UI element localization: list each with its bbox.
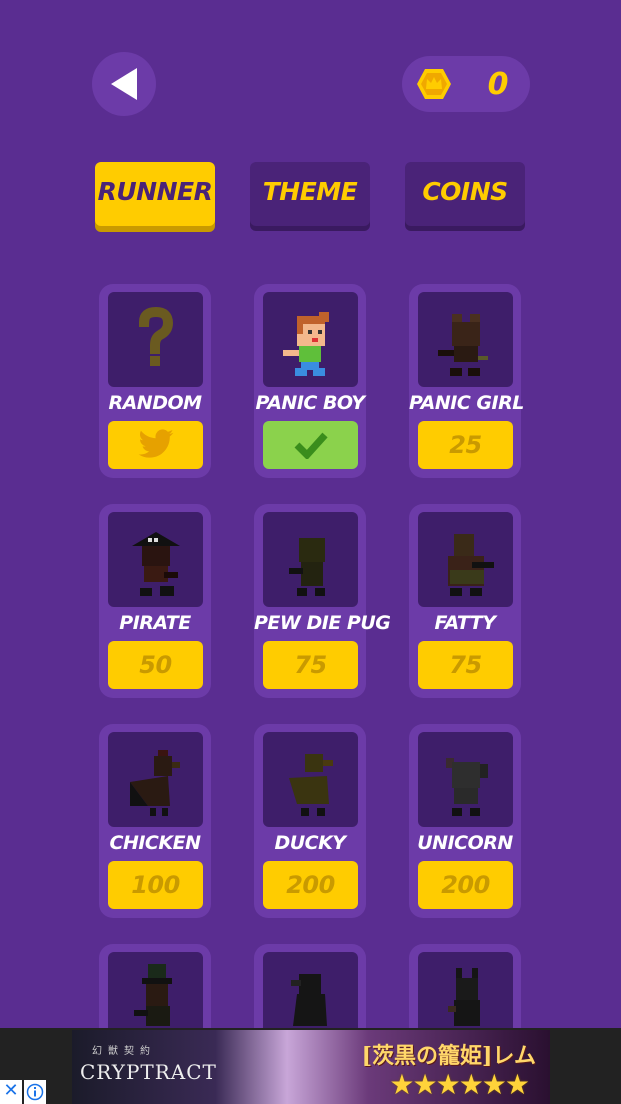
runner-card-random[interactable]: RANDOM <box>99 284 211 478</box>
pug-silhouette-icon <box>289 538 325 596</box>
runner-name: UNICORN <box>417 832 513 854</box>
tab-runner-label: RUNNER <box>97 176 213 206</box>
duck-silhouette-icon <box>289 754 333 816</box>
coin-counter: 0 <box>402 56 530 112</box>
chicken-silhouette-icon <box>130 750 180 816</box>
tab-coins-label: COINS <box>422 176 508 206</box>
buy-button[interactable]: 100 <box>108 861 203 909</box>
runner-card-pew-die-pug[interactable]: PEW DIE PUG 75 <box>254 504 391 698</box>
runner-card-ducky[interactable]: DUCKY 200 <box>254 724 366 918</box>
buy-button[interactable]: 200 <box>418 861 513 909</box>
runner-thumbnail <box>263 512 358 607</box>
runner-card-pirate[interactable]: PIRATE 50 <box>99 504 211 698</box>
twitter-icon <box>138 429 173 458</box>
runner-card-chicken[interactable]: CHICKEN 100 <box>99 724 211 918</box>
runner-card-unicorn[interactable]: UNICORN 200 <box>409 724 521 918</box>
tab-theme[interactable]: THEME <box>250 162 370 226</box>
panic-girl-silhouette-icon <box>438 314 488 376</box>
runner-name: CHICKEN <box>109 832 201 854</box>
runner-thumbnail <box>108 732 203 827</box>
coin-count: 0 <box>487 66 509 102</box>
runner-card-panic-boy[interactable]: PANIC BOY <box>254 284 366 478</box>
back-arrow-icon <box>111 68 137 100</box>
buy-button[interactable]: 200 <box>263 861 358 909</box>
pirate-silhouette-icon <box>132 532 180 596</box>
runner-card-panic-girl[interactable]: PANIC GIRL 25 <box>409 284 524 478</box>
ad-logo: CRYPTRACT <box>80 1060 217 1084</box>
crown-hexagon-coin-icon <box>417 69 451 99</box>
question-mark-icon <box>138 306 174 366</box>
runner-thumbnail <box>108 512 203 607</box>
buy-button[interactable]: 75 <box>418 641 513 689</box>
runner-thumbnail <box>418 732 513 827</box>
buy-button[interactable]: 25 <box>418 421 513 469</box>
back-button[interactable] <box>92 52 156 116</box>
runner-name: PIRATE <box>119 612 191 634</box>
unicorn-silhouette-icon <box>446 758 488 816</box>
runner-name: FATTY <box>434 612 496 634</box>
runner-name: PEW DIE PUG <box>254 612 391 634</box>
ad-stars: ★★★★★★ <box>389 1068 530 1101</box>
runner-name: DUCKY <box>274 832 346 854</box>
share-twitter-button[interactable] <box>108 421 203 469</box>
runner-thumbnail <box>263 292 358 387</box>
runner-name: PANIC GIRL <box>409 392 524 414</box>
ad-logo-subtitle: 幻獣契約 <box>92 1046 156 1057</box>
tab-theme-label: THEME <box>262 176 358 206</box>
runner-name: RANDOM <box>108 392 202 414</box>
panic-boy-icon <box>283 312 329 376</box>
runner-thumbnail <box>418 292 513 387</box>
fatty-silhouette-icon <box>448 534 494 596</box>
close-icon: ✕ <box>3 1080 19 1101</box>
selected-button[interactable] <box>263 421 358 469</box>
buy-button[interactable]: 50 <box>108 641 203 689</box>
ad-title: [茨黒の籠姫]レム <box>361 1043 536 1069</box>
runner-name: PANIC BOY <box>255 392 365 414</box>
runner-thumbnail <box>108 292 203 387</box>
tab-runner[interactable]: RUNNER <box>95 162 215 226</box>
ad-info-button[interactable] <box>24 1080 46 1104</box>
checkmark-icon <box>294 432 328 459</box>
info-icon <box>26 1083 44 1101</box>
runner-thumbnail <box>263 732 358 827</box>
runner-thumbnail <box>418 512 513 607</box>
runner-card-fatty[interactable]: FATTY 75 <box>409 504 521 698</box>
ad-banner[interactable]: 幻獣契約 CRYPTRACT [茨黒の籠姫]レム ★★★★★★ <box>72 1030 550 1104</box>
ad-close-button[interactable]: ✕ <box>0 1080 22 1104</box>
buy-button[interactable]: 75 <box>263 641 358 689</box>
tab-coins[interactable]: COINS <box>405 162 525 226</box>
